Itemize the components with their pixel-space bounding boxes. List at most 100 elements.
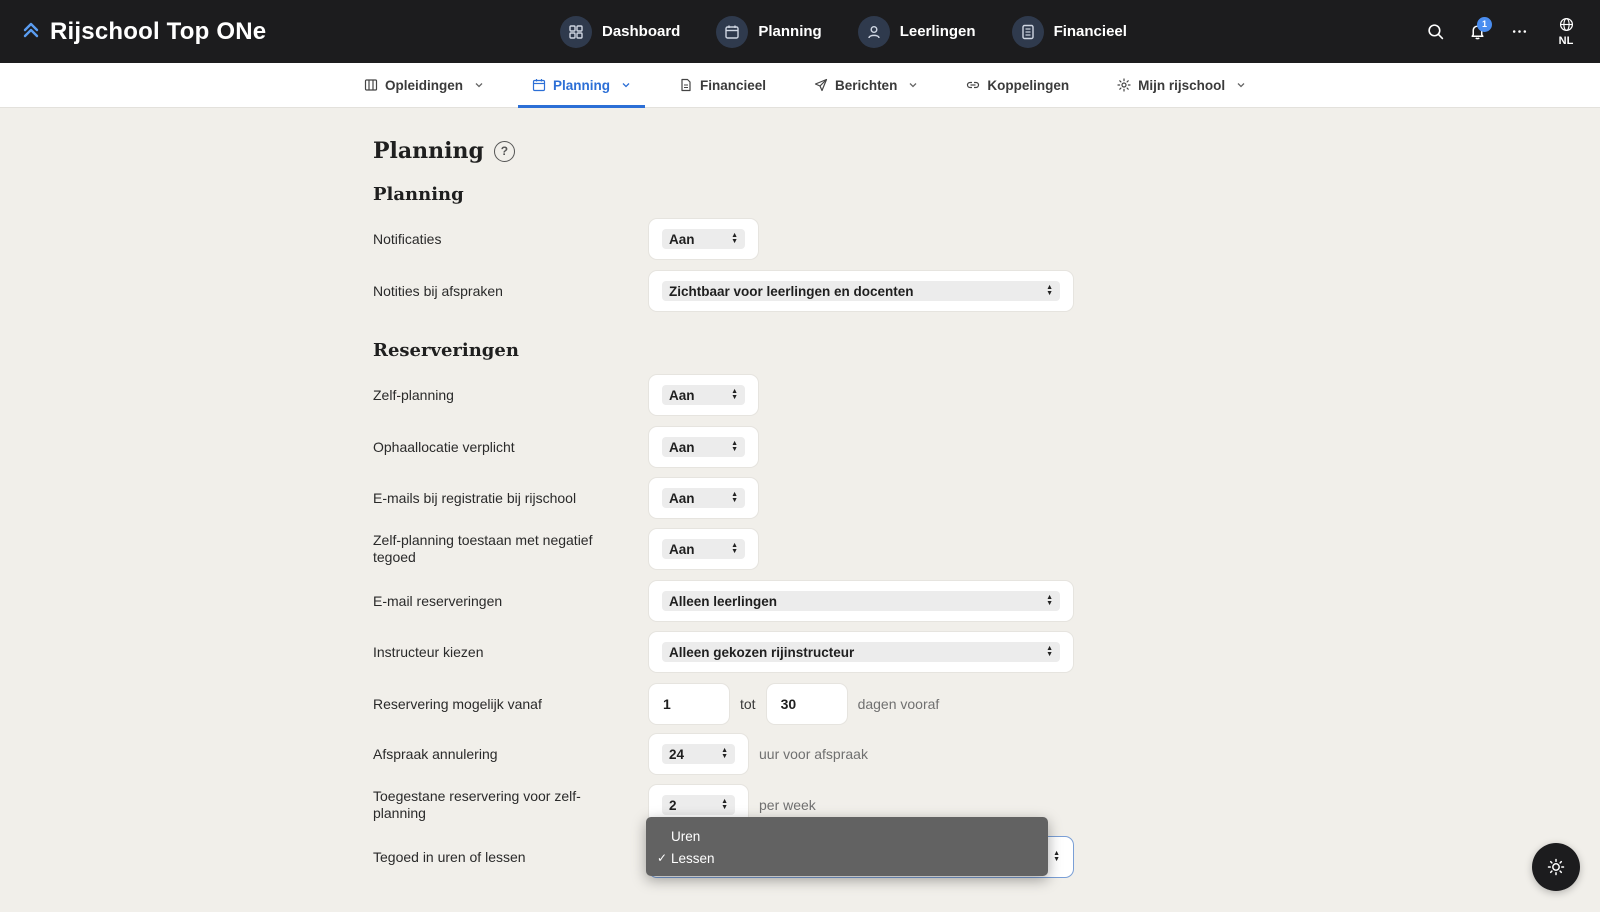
tab-planning[interactable]: Planning	[518, 63, 646, 108]
setting-label: E-mail reserveringen	[373, 592, 503, 609]
setting-emails-registratie: E-mails bij registratie bij rijschool Aa…	[373, 477, 1093, 519]
setting-email-reserveringen: E-mail reserveringen Alleen leerlingen ▲…	[373, 580, 1093, 622]
reservering-tot-input[interactable]	[765, 683, 848, 725]
zelf-planning-select[interactable]: Aan ▲ ▼	[662, 385, 745, 405]
negatief-tegoed-select[interactable]: Aan ▲ ▼	[662, 539, 745, 559]
nav-leerlingen-label: Leerlingen	[899, 23, 976, 40]
nav-dashboard[interactable]: Dashboard	[560, 15, 681, 48]
setting-notities: Notities bij afspraken Zichtbaar voor le…	[373, 270, 1093, 312]
sun-icon	[1547, 858, 1565, 876]
select-arrows-icon: ▲ ▼	[731, 440, 738, 453]
page-title: Planning ?	[373, 136, 1093, 166]
more-button[interactable]	[1498, 11, 1540, 53]
setting-instructeur: Instructeur kiezen Alleen gekozen rijins…	[373, 631, 1093, 673]
chevron-down-icon	[622, 83, 630, 88]
select-value: Alleen gekozen rijinstructeur	[669, 644, 855, 660]
section-title-reserveringen: Reserveringen	[373, 340, 519, 361]
select-value: Aan	[669, 439, 695, 455]
instructeur-select-box: Alleen gekozen rijinstructeur ▲ ▼	[648, 631, 1074, 673]
range-separator: tot	[740, 696, 756, 712]
zelf-planning-select-box: Aan ▲ ▼	[648, 374, 759, 416]
notificaties-select[interactable]: Aan ▲ ▼	[662, 229, 745, 249]
search-button[interactable]	[1414, 11, 1456, 53]
logo-icon	[22, 20, 40, 44]
select-value: Aan	[669, 231, 695, 247]
chevron-down-icon	[909, 83, 917, 88]
ophaallocatie-select-box: Aan ▲ ▼	[648, 426, 759, 468]
setting-label: Reservering mogelijk vanaf	[373, 695, 542, 712]
help-icon[interactable]: ?	[493, 140, 515, 162]
check-icon: ✓	[657, 851, 668, 865]
tab-opleidingen-label: Opleidingen	[385, 77, 464, 93]
main-nav: Dashboard Planning Leerlingen Financieel	[560, 0, 1127, 63]
tab-berichten[interactable]: Berichten	[800, 63, 932, 107]
select-value: Aan	[669, 387, 695, 403]
toegestane-suffix: per week	[759, 797, 816, 813]
tab-mijn-rijschool-label: Mijn rijschool	[1138, 77, 1226, 93]
setting-label: Toegestane reservering voor zelf-plannin…	[373, 788, 581, 821]
option-label: Uren	[671, 828, 701, 844]
tegoed-dropdown-menu: Uren ✓ Lessen	[646, 817, 1048, 876]
emails-registratie-select[interactable]: Aan ▲ ▼	[662, 488, 745, 508]
email-reserveringen-select[interactable]: Alleen leerlingen ▲ ▼	[662, 591, 1060, 611]
dropdown-option-lessen[interactable]: ✓ Lessen	[646, 847, 1048, 869]
tab-koppelingen-label: Koppelingen	[987, 77, 1070, 93]
dashboard-icon	[560, 15, 592, 48]
chevron-down-icon	[475, 83, 483, 88]
globe-icon	[1559, 17, 1573, 31]
setting-ophaallocatie: Ophaallocatie verplicht Aan ▲ ▼	[373, 426, 1093, 468]
nav-planning[interactable]: Planning	[716, 15, 822, 48]
negatief-tegoed-select-box: Aan ▲ ▼	[648, 528, 759, 570]
select-arrows-icon: ▲ ▼	[1046, 645, 1053, 658]
reservering-vanaf-input[interactable]	[648, 683, 730, 725]
tab-mijn-rijschool[interactable]: Mijn rijschool	[1103, 63, 1260, 107]
select-arrows-icon: ▲ ▼	[721, 747, 728, 760]
annulering-select[interactable]: 24 ▲ ▼	[662, 744, 735, 764]
nav-financieel-label: Financieel	[1053, 23, 1127, 40]
setting-annulering: Afspraak annulering 24 ▲ ▼ uur voor afspr…	[373, 733, 1093, 775]
language-switcher[interactable]: NL	[1540, 0, 1592, 63]
emails-registratie-select-box: Aan ▲ ▼	[648, 477, 759, 519]
gear-icon	[1117, 78, 1131, 92]
annulering-select-box: 24 ▲ ▼	[648, 733, 749, 775]
theme-toggle-button[interactable]	[1532, 843, 1580, 891]
option-label: Lessen	[671, 850, 715, 866]
tab-planning-label: Planning	[553, 77, 611, 93]
more-icon	[1512, 30, 1526, 33]
select-value: Aan	[669, 541, 695, 557]
nav-leerlingen[interactable]: Leerlingen	[857, 15, 976, 48]
setting-label: Ophaallocatie verplicht	[373, 438, 515, 455]
notifications-button[interactable]: 1	[1456, 11, 1498, 53]
chevron-down-icon	[1237, 83, 1245, 88]
select-value: 24	[669, 746, 685, 762]
user-icon	[857, 15, 890, 48]
setting-label: Tegoed in uren of lessen	[373, 848, 526, 865]
language-code: NL	[1558, 34, 1574, 47]
notities-select[interactable]: Zichtbaar voor leerlingen en docenten ▲ ▼	[662, 281, 1060, 301]
select-arrows-icon: ▲ ▼	[1053, 850, 1060, 863]
nav-dashboard-label: Dashboard	[602, 23, 681, 40]
tab-koppelingen[interactable]: Koppelingen	[952, 63, 1083, 107]
toegestane-select[interactable]: 2 ▲ ▼	[662, 795, 735, 815]
instructeur-select[interactable]: Alleen gekozen rijinstructeur ▲ ▼	[662, 642, 1060, 662]
link-icon	[967, 81, 980, 89]
notities-select-box: Zichtbaar voor leerlingen en docenten ▲ ▼	[648, 270, 1074, 312]
tab-opleidingen[interactable]: Opleidingen	[350, 63, 498, 107]
calendar-icon	[716, 15, 749, 48]
tab-financieel[interactable]: Financieel	[665, 63, 780, 107]
setting-label: Zelf-planning	[373, 386, 454, 403]
nav-financieel[interactable]: Financieel	[1011, 15, 1127, 48]
select-arrows-icon: ▲ ▼	[731, 542, 738, 555]
send-icon	[814, 78, 828, 92]
columns-icon	[364, 79, 378, 91]
search-icon	[1427, 24, 1443, 40]
tab-financieel-label: Financieel	[700, 77, 767, 93]
top-actions: 1 NL	[1414, 0, 1600, 63]
settings-content: Planning ? Planning Notificaties Aan ▲ ▼ …	[373, 136, 1093, 878]
brand[interactable]: Rijschool Top ONe	[22, 0, 266, 63]
ophaallocatie-select[interactable]: Aan ▲ ▼	[662, 437, 745, 457]
select-arrows-icon: ▲ ▼	[731, 388, 738, 401]
setting-label: Instructeur kiezen	[373, 643, 484, 660]
setting-label: E-mails bij registratie bij rijschool	[373, 489, 577, 506]
dropdown-option-uren[interactable]: Uren	[646, 825, 1048, 847]
